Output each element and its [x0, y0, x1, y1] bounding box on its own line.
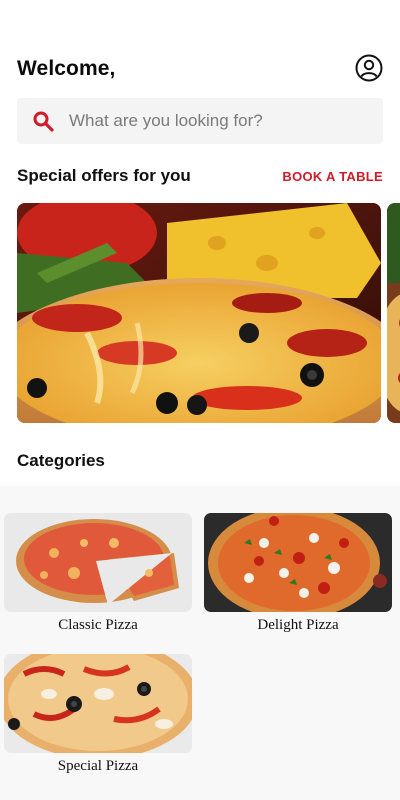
search-icon [33, 111, 54, 132]
offers-title: Special offers for you [17, 166, 191, 185]
category-card-special[interactable]: Special Pizza [4, 654, 192, 775]
category-label: Classic Pizza [58, 617, 138, 633]
category-label: Special Pizza [57, 758, 139, 774]
welcome-title: Welcome, [17, 57, 116, 80]
offers-header: Special offers for you BOOK A TABLE [17, 166, 383, 188]
offers-carousel[interactable] [17, 203, 400, 423]
delight-pizza-image [204, 513, 392, 612]
search-input[interactable] [69, 98, 369, 144]
category-label: Delight Pizza [257, 617, 339, 633]
header: Welcome, [17, 54, 383, 86]
offer-pizza-image [387, 203, 400, 423]
special-pizza-image [4, 654, 192, 753]
user-circle-icon [355, 54, 383, 82]
categories-grid: Classic Pizza Delight Pizza Special Pizz… [0, 486, 400, 800]
offer-pizza-image [17, 203, 381, 423]
classic-pizza-image [4, 513, 192, 612]
offer-card-next[interactable] [387, 203, 400, 423]
offer-card[interactable] [17, 203, 381, 423]
categories-title: Categories [17, 451, 105, 470]
category-card-classic[interactable]: Classic Pizza [4, 513, 192, 634]
category-card-delight[interactable]: Delight Pizza [204, 513, 392, 634]
search-bar[interactable] [17, 98, 383, 144]
profile-button[interactable] [355, 54, 383, 82]
book-table-link[interactable]: BOOK A TABLE [282, 169, 383, 184]
